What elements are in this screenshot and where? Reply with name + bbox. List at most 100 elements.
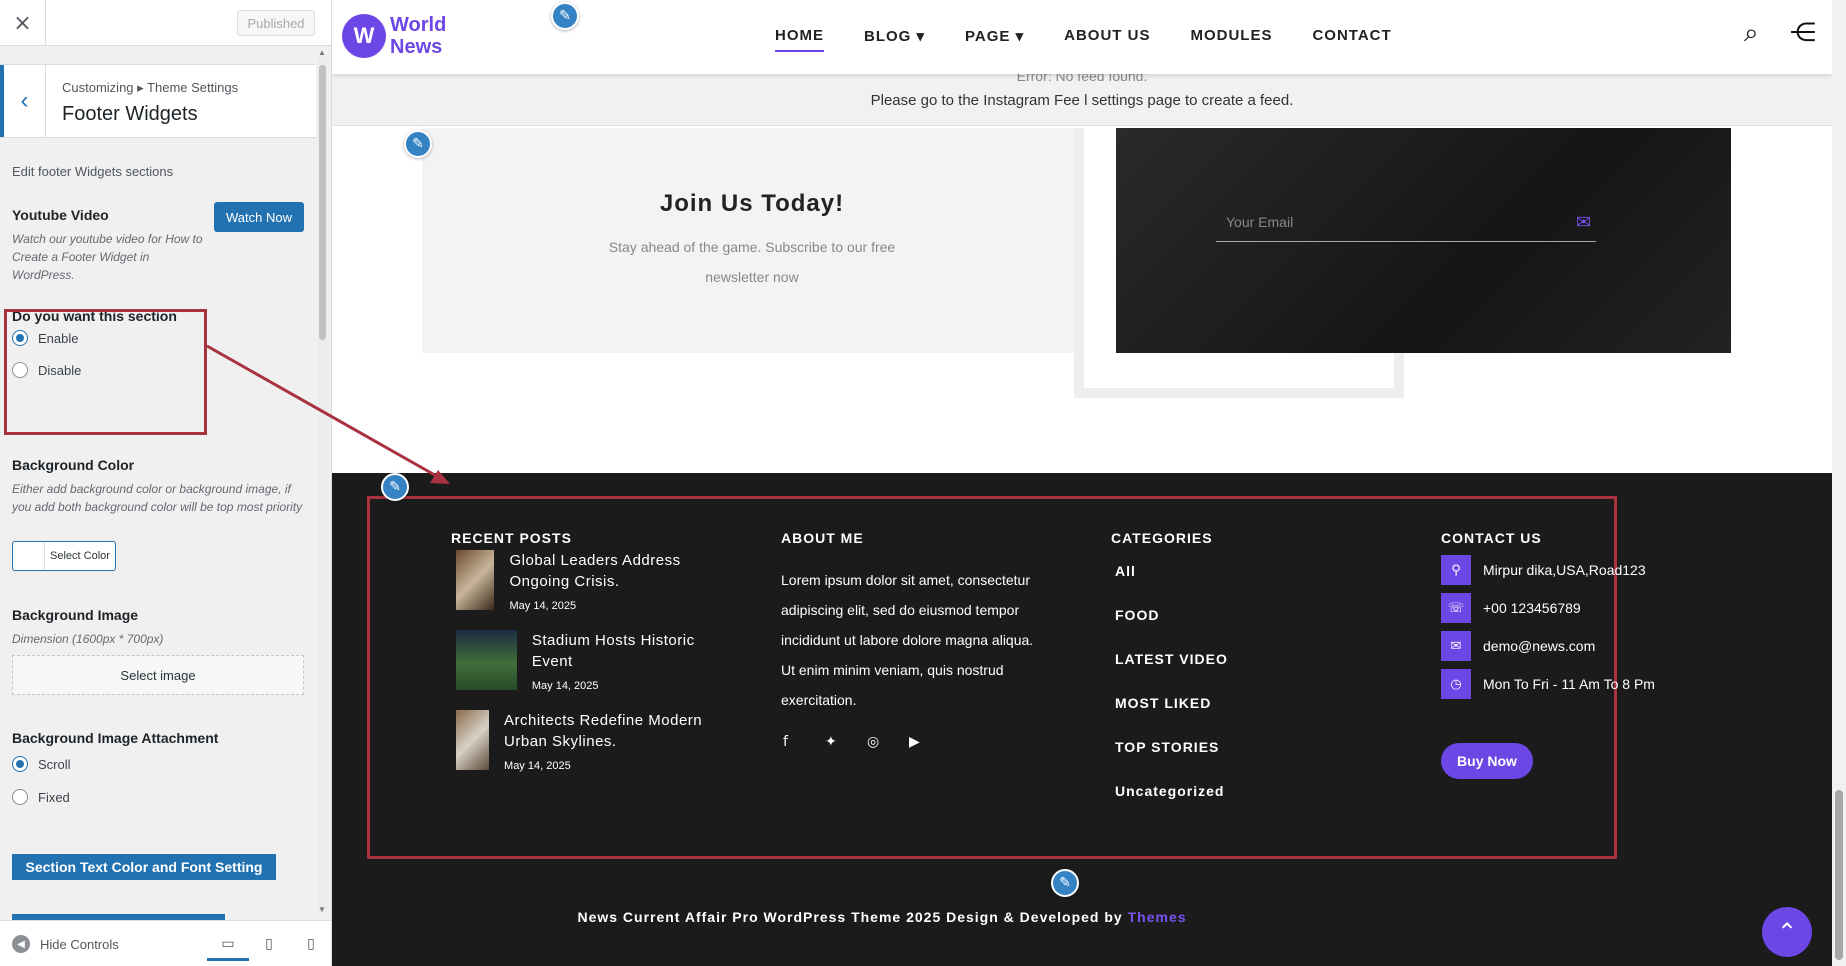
post-title[interactable]: Stadium Hosts Historic Event <box>532 630 721 672</box>
color-picker-label: Select Color <box>50 550 110 562</box>
bg-color-label: Background Color <box>12 457 135 473</box>
post-thumbnail[interactable] <box>456 710 490 770</box>
logo-icon[interactable]: W <box>342 14 386 58</box>
contact-item: ☏ +00 123456789 <box>1441 593 1581 623</box>
logo-line1: World <box>390 14 447 36</box>
contact-widget: CONTACT US ⚲ Mirpur dika,USA,Road123 ☏ +00… <box>1441 530 1701 779</box>
font-setting-button[interactable]: Section Text Color and Font Setting <box>12 854 276 880</box>
nav-home[interactable]: HOME <box>775 27 824 52</box>
panel-header: × Published <box>0 0 331 46</box>
publish-button[interactable]: Published <box>237 10 315 36</box>
category-link[interactable]: FOOD <box>1115 607 1159 623</box>
section-description: Edit footer Widgets sections <box>12 164 174 179</box>
clock-icon: ◷ <box>1441 669 1471 699</box>
post-thumbnail[interactable] <box>456 550 495 610</box>
section-header: ‹ Customizing ▸ Theme Settings Footer Wi… <box>0 64 316 138</box>
nav-modules[interactable]: MODULES <box>1190 27 1272 52</box>
annotation-highlight-box <box>4 309 207 435</box>
radio-label: Fixed <box>38 789 70 805</box>
search-icon[interactable]: ⌕ <box>1744 18 1759 49</box>
customizer-panel: × Published ‹ Customizing ▸ Theme Settin… <box>0 0 332 966</box>
edit-shortcut-icon[interactable]: ✎ <box>404 130 432 158</box>
list-item[interactable]: Global Leaders Address Ongoing Crisis. Ma… <box>456 550 721 612</box>
color-picker-button[interactable]: Select Color <box>12 541 116 571</box>
about-text: Lorem ipsum dolor sit amet, consectetur … <box>781 572 1034 708</box>
edit-shortcut-icon[interactable]: ✎ <box>381 473 409 501</box>
category-link[interactable]: LATEST VIDEO <box>1115 651 1228 667</box>
categories-heading: CATEGORIES <box>1111 530 1213 546</box>
nav-contact[interactable]: CONTACT <box>1312 27 1391 52</box>
post-date: May 14, 2025 <box>531 680 599 692</box>
watch-now-button[interactable]: Watch Now <box>214 202 304 232</box>
newsletter-image: Your Email ✉ <box>1116 128 1731 353</box>
category-link[interactable]: Uncategorized <box>1115 783 1224 799</box>
category-link[interactable]: All <box>1115 563 1136 579</box>
recent-posts-heading: RECENT POSTS <box>451 530 572 546</box>
close-button[interactable]: × <box>0 0 46 46</box>
chevron-left-icon: ‹ <box>20 87 29 114</box>
nav-about[interactable]: ABOUT US <box>1064 27 1150 52</box>
share-icon[interactable]: ⋲ <box>1790 18 1816 48</box>
phone-icon: ☏ <box>1441 593 1471 623</box>
edit-shortcut-icon[interactable]: ✎ <box>551 2 579 30</box>
nav-page[interactable]: PAGE ▾ <box>965 27 1024 52</box>
bg-image-desc: Dimension (1600px * 700px) <box>12 632 164 646</box>
back-button[interactable]: ‹ <box>0 65 46 137</box>
recent-posts-widget: RECENT POSTS Global Leaders Address Ongo… <box>451 530 721 772</box>
mobile-preview-icon[interactable]: ▯ <box>302 935 320 953</box>
facebook-icon[interactable]: f <box>783 734 788 750</box>
hide-controls-button[interactable]: ◀ Hide Controls <box>12 935 119 953</box>
preview-scroll-thumb[interactable] <box>1835 790 1843 960</box>
color-swatch[interactable] <box>13 542 45 570</box>
post-thumbnail[interactable] <box>456 630 517 690</box>
scroll-to-top-button[interactable]: ⌃ <box>1762 907 1812 957</box>
edit-shortcut-icon[interactable]: ✎ <box>1051 869 1079 897</box>
bg-color-desc: Either add background color or backgroun… <box>12 482 303 514</box>
radio-fixed[interactable]: Fixed <box>12 789 70 805</box>
select-image-button[interactable]: Select image <box>12 655 304 695</box>
collapse-icon: ◀ <box>12 935 30 953</box>
email-input[interactable]: Your Email <box>1216 208 1596 242</box>
mail-send-icon[interactable]: ✉ <box>1576 212 1591 233</box>
radio-dot[interactable] <box>12 789 28 805</box>
buy-now-button[interactable]: Buy Now <box>1441 743 1533 779</box>
scroll-down-icon[interactable]: ▼ <box>318 905 326 914</box>
radio-scroll[interactable]: Scroll <box>12 756 71 772</box>
category-link[interactable]: TOP STORIES <box>1115 739 1219 755</box>
contact-text: Mon To Fri - 11 Am To 8 Pm <box>1483 676 1655 692</box>
post-title[interactable]: Architects Redefine Modern Urban Skyline… <box>504 710 721 752</box>
newsletter-card: Join Us Today! Stay ahead of the game. S… <box>422 128 1082 353</box>
categories-widget: CATEGORIES All FOOD LATEST VIDEO MOST LI… <box>1111 530 1331 810</box>
radio-dot[interactable] <box>12 756 28 772</box>
contact-text: +00 123456789 <box>1483 600 1581 616</box>
post-date: May 14, 2025 <box>504 760 571 772</box>
tablet-preview-icon[interactable]: ▯ <box>260 935 278 953</box>
desktop-preview-icon[interactable]: ▭ <box>207 929 249 961</box>
contact-item: ◷ Mon To Fri - 11 Am To 8 Pm <box>1441 669 1655 699</box>
mail-icon: ✉ <box>1441 631 1471 661</box>
list-item[interactable]: Architects Redefine Modern Urban Skyline… <box>456 710 721 772</box>
category-link[interactable]: MOST LIKED <box>1115 695 1211 711</box>
post-date: May 14, 2025 <box>509 600 577 612</box>
instagram-feed-notice: Error: No feed found. Please go to the I… <box>332 68 1832 126</box>
site-logo-text[interactable]: World News <box>390 14 446 58</box>
contact-text: demo@news.com <box>1483 638 1596 654</box>
themes-link[interactable]: Themes <box>1128 909 1187 925</box>
panel-content: ‹ Customizing ▸ Theme Settings Footer Wi… <box>0 46 331 920</box>
panel-scroll-thumb[interactable] <box>319 65 326 340</box>
section-title: Footer Widgets <box>62 103 198 125</box>
youtube-icon[interactable]: ▶ <box>909 734 920 750</box>
attachment-label: Background Image Attachment <box>12 730 219 746</box>
site-footer: ✎ RECENT POSTS Global Leaders Address On… <box>332 473 1832 966</box>
list-item[interactable]: Stadium Hosts Historic Event May 14, 2025 <box>456 630 721 692</box>
post-title[interactable]: Global Leaders Address Ongoing Crisis. <box>509 550 721 592</box>
twitter-icon[interactable]: ✦ <box>825 734 837 750</box>
logo-line2: News <box>390 36 443 58</box>
about-widget: ABOUT ME Lorem ipsum dolor sit amet, con… <box>781 530 1051 770</box>
instagram-icon[interactable]: ◎ <box>867 734 879 750</box>
youtube-label: Youtube Video <box>12 207 109 223</box>
about-heading: ABOUT ME <box>781 530 864 546</box>
nav-blog[interactable]: BLOG ▾ <box>864 27 925 52</box>
join-text: Stay ahead of the game. Subscribe to our… <box>608 239 896 285</box>
join-title: Join Us Today! <box>659 190 845 217</box>
